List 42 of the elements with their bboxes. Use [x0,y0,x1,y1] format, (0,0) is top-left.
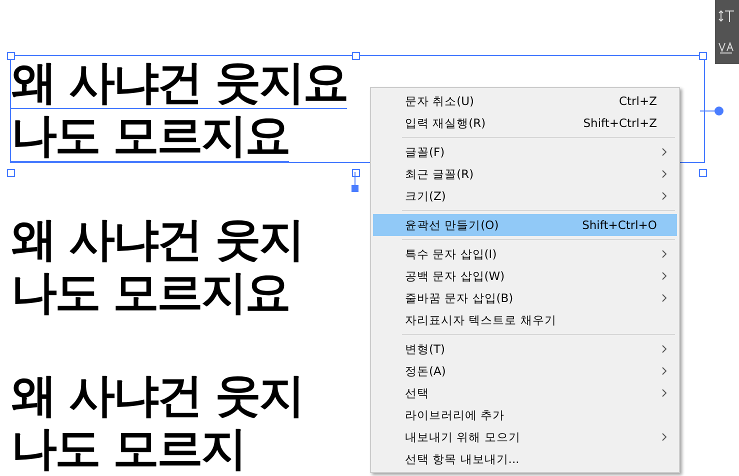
chevron-right-icon [662,389,667,397]
rotate-handle-icon[interactable] [700,106,724,116]
selection-handle[interactable] [7,52,15,60]
text-height-icon[interactable] [718,9,736,23]
text-object: 나도 모르지요 [11,266,290,319]
selection-handle[interactable] [699,169,707,177]
chevron-right-icon [662,367,667,375]
selection-handle[interactable] [352,169,360,177]
menu-item[interactable]: 특수 문자 삽입(I) [373,243,677,265]
text-object: 왜 사냐건 웃지요 [11,56,348,109]
menu-item[interactable]: 내보내기 위해 모으기 [373,426,677,448]
menu-item[interactable]: 정돈(A) [373,360,677,382]
menu-item[interactable]: 크기(Z) [373,185,677,207]
selection-handle[interactable] [352,52,360,60]
menu-item[interactable]: 윤곽선 만들기(O) Shift+Ctrl+O [373,214,677,236]
menu-item[interactable]: 선택 [373,382,677,404]
chevron-right-icon [662,170,667,178]
chevron-right-icon [662,148,667,156]
menu-item[interactable]: 자리표시자 텍스트로 채우기 [373,309,677,331]
chevron-right-icon [662,250,667,258]
text-object: 나도 모르지요 [11,109,290,162]
selection-handle[interactable] [7,169,15,177]
menu-item[interactable]: 변형(T) [373,338,677,360]
chevron-right-icon [662,192,667,200]
menu-item[interactable]: 문자 취소(U) Ctrl+Z [373,90,677,112]
chevron-right-icon [662,294,667,302]
chevron-right-icon [662,272,667,280]
menu-item[interactable]: 글꼴(F) [373,141,677,163]
text-object: 왜 사냐건 웃지 [11,369,304,422]
menu-item[interactable]: 최근 글꼴(R) [373,163,677,185]
menu-item[interactable]: 줄바꿈 문자 삽입(B) [373,287,677,309]
chevron-right-icon [662,345,667,353]
kerning-icon[interactable] [718,41,736,55]
selection-handle[interactable] [699,52,707,60]
text-object: 왜 사냐건 웃지 [11,213,304,266]
anchor-icon[interactable] [351,172,359,192]
menu-item[interactable]: 선택 항목 내보내기... [373,448,677,470]
menu-item[interactable]: 공백 문자 삽입(W) [373,265,677,287]
menu-item[interactable]: 라이브러리에 추가 [373,404,677,426]
menu-item[interactable]: 입력 재실행(R) Shift+Ctrl+Z [373,112,677,134]
text-object: 나도 모르지 [11,422,246,475]
chevron-right-icon [662,433,667,441]
